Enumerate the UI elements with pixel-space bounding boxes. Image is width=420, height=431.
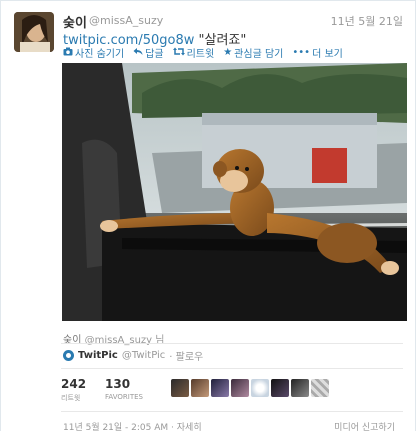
tweet-photo[interactable] (62, 63, 407, 321)
favoriter-avatars (171, 379, 329, 397)
favoriter-avatar[interactable] (171, 379, 189, 397)
retweet-button[interactable]: 리트윗 (172, 45, 215, 60)
twitpic-attribution: TwitPic @TwitPic · 팔로우 (63, 348, 203, 363)
retweet-count-label: 리트윗 (61, 394, 81, 402)
reply-button[interactable]: 답글 (133, 45, 164, 60)
retweet-count-value: 242 (61, 377, 87, 391)
favoriter-avatar[interactable] (271, 379, 289, 397)
avatar[interactable] (14, 12, 54, 52)
divider (61, 411, 403, 412)
more-icon: ••• (292, 47, 311, 58)
author-handle[interactable]: @missA_suzy (89, 14, 163, 27)
tweet-actions: 사진 숨기기 답글 리트윗 ★ 관심글 담기 ••• 더 보기 (63, 45, 343, 60)
favorite-count[interactable]: 130 FAVORITES (105, 377, 161, 403)
camera-icon (63, 47, 73, 59)
tweet-timestamp[interactable]: 11년 5월 21일 - 2:05 AM (63, 423, 168, 431)
divider (61, 343, 403, 344)
tweet-date[interactable]: 11년 5월 21일 (331, 13, 403, 29)
favorite-button[interactable]: ★ 관심글 담기 (223, 45, 283, 60)
twitpic-handle[interactable]: @TwitPic (122, 350, 165, 361)
retweet-icon (172, 47, 185, 59)
favoriter-avatar[interactable] (291, 379, 309, 397)
twitpic-name[interactable]: TwitPic (78, 350, 118, 361)
favoriter-avatar[interactable] (211, 379, 229, 397)
more-button[interactable]: ••• 더 보기 (292, 45, 342, 60)
tweet-stats: 242 리트윗 130 FAVORITES (61, 377, 161, 403)
retweet-label: 리트윗 (186, 49, 215, 60)
twitpic-logo-icon (63, 350, 74, 361)
credit-suffix: 님 (155, 335, 165, 346)
star-icon: ★ (223, 47, 233, 58)
more-label: 더 보기 (312, 49, 343, 60)
reply-label: 답글 (145, 49, 164, 60)
favoriter-avatar[interactable] (191, 379, 209, 397)
favorite-count-value: 130 (105, 377, 131, 391)
tweet-footer: 11년 5월 21일 - 2:05 AM · 자세히 (63, 420, 202, 431)
hide-photo-label: 사진 숨기기 (75, 49, 125, 60)
retweet-count[interactable]: 242 리트윗 (61, 377, 105, 403)
divider (61, 368, 403, 369)
hide-photo-button[interactable]: 사진 숨기기 (63, 45, 124, 60)
details-link[interactable]: · 자세히 (171, 423, 202, 431)
favorite-label: 관심글 담기 (234, 49, 284, 60)
tweet-card: 숮이 @missA_suzy 11년 5월 21일 twitpic.com/50… (0, 0, 416, 431)
credit-handle[interactable]: @missA_suzy (85, 335, 153, 346)
favoriter-avatar[interactable] (311, 379, 329, 397)
credit-name[interactable]: 숮이 (63, 335, 81, 346)
reply-icon (133, 47, 143, 59)
favoriter-avatar[interactable] (251, 379, 269, 397)
favoriter-avatar[interactable] (231, 379, 249, 397)
favorite-count-label: FAVORITES (105, 393, 143, 401)
report-media-link[interactable]: 미디어 신고하기 (334, 420, 395, 431)
follow-link[interactable]: · 팔로우 (169, 348, 203, 363)
